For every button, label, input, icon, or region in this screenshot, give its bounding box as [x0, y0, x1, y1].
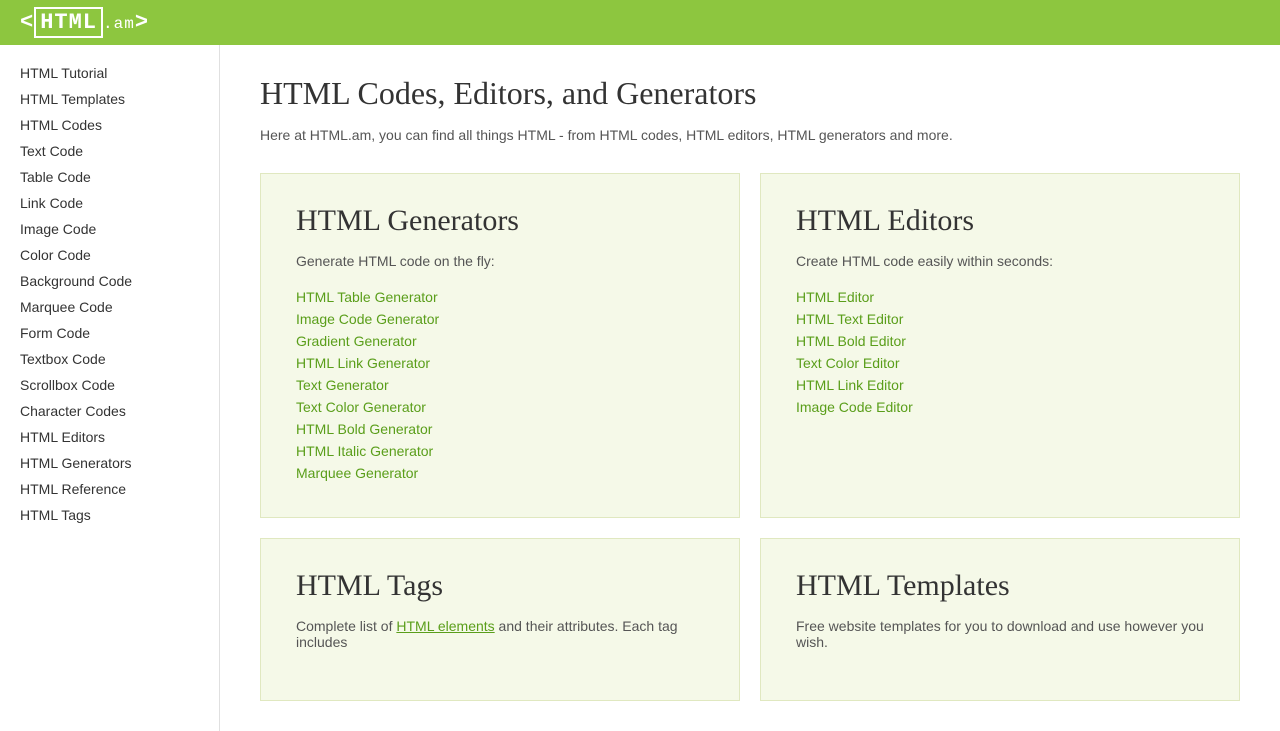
- list-item: HTML Bold Editor: [796, 333, 1204, 349]
- layout: HTML TutorialHTML TemplatesHTML CodesTex…: [0, 45, 1280, 731]
- list-item: Marquee Generator: [296, 465, 704, 481]
- section-html-templates: HTML Templates Free website templates for…: [760, 538, 1240, 701]
- sections-grid: HTML Generators Generate HTML code on the…: [260, 173, 1240, 701]
- list-item: Gradient Generator: [296, 333, 704, 349]
- logo-angle-open: <: [20, 10, 34, 35]
- link-html-link-editor[interactable]: HTML Link Editor: [796, 377, 904, 393]
- section-description-html-generators: Generate HTML code on the fly:: [296, 253, 704, 269]
- logo-angle-close: >: [135, 10, 149, 35]
- link-html-link-generator[interactable]: HTML Link Generator: [296, 355, 430, 371]
- page-title: HTML Codes, Editors, and Generators: [260, 75, 1240, 112]
- list-item: HTML Text Editor: [796, 311, 1204, 327]
- list-item: Text Color Editor: [796, 355, 1204, 371]
- sidebar-item-text-code[interactable]: Text Code: [0, 138, 219, 164]
- logo-html: HTML: [34, 7, 103, 38]
- sidebar-item-html-tutorial[interactable]: HTML Tutorial: [0, 60, 219, 86]
- sidebar: HTML TutorialHTML TemplatesHTML CodesTex…: [0, 45, 220, 731]
- section-links-html-editors: HTML Editor HTML Text Editor HTML Bold Edi…: [796, 289, 1204, 415]
- logo-dot-am: .am: [103, 15, 135, 33]
- section-html-generators: HTML Generators Generate HTML code on the…: [260, 173, 740, 518]
- sidebar-item-html-templates[interactable]: HTML Templates: [0, 86, 219, 112]
- link-image-code-generator[interactable]: Image Code Generator: [296, 311, 439, 327]
- sidebar-item-scrollbox-code[interactable]: Scrollbox Code: [0, 372, 219, 398]
- html-elements-link[interactable]: HTML elements: [396, 618, 494, 634]
- list-item: HTML Link Generator: [296, 355, 704, 371]
- section-description-html-tags: Complete list of HTML elements and their…: [296, 618, 704, 650]
- sidebar-item-character-codes[interactable]: Character Codes: [0, 398, 219, 424]
- sidebar-item-color-code[interactable]: Color Code: [0, 242, 219, 268]
- logo[interactable]: <HTML.am>: [20, 10, 149, 35]
- link-html-editor[interactable]: HTML Editor: [796, 289, 874, 305]
- list-item: HTML Bold Generator: [296, 421, 704, 437]
- sidebar-item-image-code[interactable]: Image Code: [0, 216, 219, 242]
- link-html-italic-generator[interactable]: HTML Italic Generator: [296, 443, 433, 459]
- section-html-editors: HTML Editors Create HTML code easily with…: [760, 173, 1240, 518]
- link-text-color-editor[interactable]: Text Color Editor: [796, 355, 899, 371]
- section-description-html-editors: Create HTML code easily within seconds:: [796, 253, 1204, 269]
- section-title-html-templates: HTML Templates: [796, 569, 1204, 603]
- sidebar-item-table-code[interactable]: Table Code: [0, 164, 219, 190]
- sidebar-item-html-generators[interactable]: HTML Generators: [0, 450, 219, 476]
- sidebar-item-html-tags[interactable]: HTML Tags: [0, 502, 219, 528]
- link-html-bold-editor[interactable]: HTML Bold Editor: [796, 333, 906, 349]
- link-gradient-generator[interactable]: Gradient Generator: [296, 333, 417, 349]
- main-content: HTML Codes, Editors, and Generators Here…: [220, 45, 1280, 731]
- link-marquee-generator[interactable]: Marquee Generator: [296, 465, 418, 481]
- link-html-text-editor[interactable]: HTML Text Editor: [796, 311, 903, 327]
- list-item: Image Code Generator: [296, 311, 704, 327]
- sidebar-item-marquee-code[interactable]: Marquee Code: [0, 294, 219, 320]
- list-item: HTML Table Generator: [296, 289, 704, 305]
- page-description: Here at HTML.am, you can find all things…: [260, 127, 1240, 143]
- section-description-html-templates: Free website templates for you to downlo…: [796, 618, 1204, 650]
- section-title-html-tags: HTML Tags: [296, 569, 704, 603]
- sidebar-item-link-code[interactable]: Link Code: [0, 190, 219, 216]
- section-title-html-editors: HTML Editors: [796, 204, 1204, 238]
- link-image-code-editor[interactable]: Image Code Editor: [796, 399, 913, 415]
- list-item: HTML Editor: [796, 289, 1204, 305]
- section-links-html-generators: HTML Table Generator Image Code Generator…: [296, 289, 704, 481]
- section-title-html-generators: HTML Generators: [296, 204, 704, 238]
- link-html-table-generator[interactable]: HTML Table Generator: [296, 289, 438, 305]
- sidebar-item-textbox-code[interactable]: Textbox Code: [0, 346, 219, 372]
- sidebar-item-html-reference[interactable]: HTML Reference: [0, 476, 219, 502]
- section-html-tags: HTML Tags Complete list of HTML elements …: [260, 538, 740, 701]
- header: <HTML.am>: [0, 0, 1280, 45]
- list-item: HTML Italic Generator: [296, 443, 704, 459]
- sidebar-item-form-code[interactable]: Form Code: [0, 320, 219, 346]
- list-item: Image Code Editor: [796, 399, 1204, 415]
- list-item: Text Generator: [296, 377, 704, 393]
- link-text-generator[interactable]: Text Generator: [296, 377, 389, 393]
- sidebar-item-html-codes[interactable]: HTML Codes: [0, 112, 219, 138]
- list-item: Text Color Generator: [296, 399, 704, 415]
- list-item: HTML Link Editor: [796, 377, 1204, 393]
- link-html-bold-generator[interactable]: HTML Bold Generator: [296, 421, 432, 437]
- sidebar-item-background-code[interactable]: Background Code: [0, 268, 219, 294]
- link-text-color-generator[interactable]: Text Color Generator: [296, 399, 426, 415]
- sidebar-item-html-editors[interactable]: HTML Editors: [0, 424, 219, 450]
